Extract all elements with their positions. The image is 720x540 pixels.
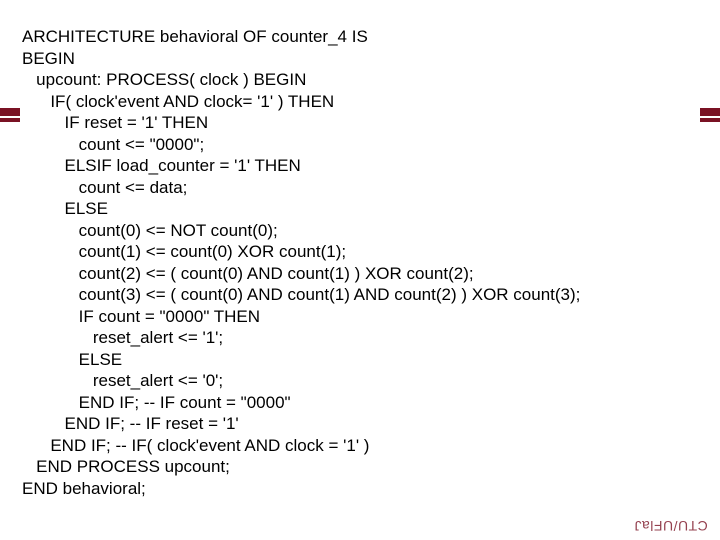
code-line: END IF; -- IF reset = '1' [22, 414, 239, 433]
code-line: IF reset = '1' THEN [22, 113, 208, 132]
code-line: END PROCESS upcount; [22, 457, 230, 476]
code-line: ELSIF load_counter = '1' THEN [22, 156, 301, 175]
code-line: BEGIN [22, 49, 75, 68]
code-line: END behavioral; [22, 479, 146, 498]
code-line: reset_alert <= '1'; [22, 328, 223, 347]
code-line: count(1) <= count(0) XOR count(1); [22, 242, 346, 261]
code-line: count(0) <= NOT count(0); [22, 221, 278, 240]
code-line: ELSE [22, 199, 108, 218]
code-line: count <= "0000"; [22, 135, 204, 154]
stripe [0, 108, 20, 116]
code-line: upcount: PROCESS( clock ) BEGIN [22, 70, 306, 89]
code-line: count <= data; [22, 178, 187, 197]
left-accent-stripes [0, 108, 20, 122]
footer-watermark: CTU/UFlaJ [634, 518, 708, 534]
right-accent-stripes [700, 108, 720, 122]
code-line: reset_alert <= '0'; [22, 371, 223, 390]
code-line: END IF; -- IF( clock'event AND clock = '… [22, 436, 369, 455]
vhdl-code-listing: ARCHITECTURE behavioral OF counter_4 IS … [22, 26, 580, 499]
stripe [700, 118, 720, 122]
code-line: ELSE [22, 350, 122, 369]
stripe [0, 118, 20, 122]
code-line: END IF; -- IF count = "0000" [22, 393, 291, 412]
code-line: count(3) <= ( count(0) AND count(1) AND … [22, 285, 580, 304]
code-line: IF count = "0000" THEN [22, 307, 260, 326]
stripe [700, 108, 720, 116]
code-line: ARCHITECTURE behavioral OF counter_4 IS [22, 27, 368, 46]
code-line: IF( clock'event AND clock= '1' ) THEN [22, 92, 334, 111]
code-line: count(2) <= ( count(0) AND count(1) ) XO… [22, 264, 474, 283]
